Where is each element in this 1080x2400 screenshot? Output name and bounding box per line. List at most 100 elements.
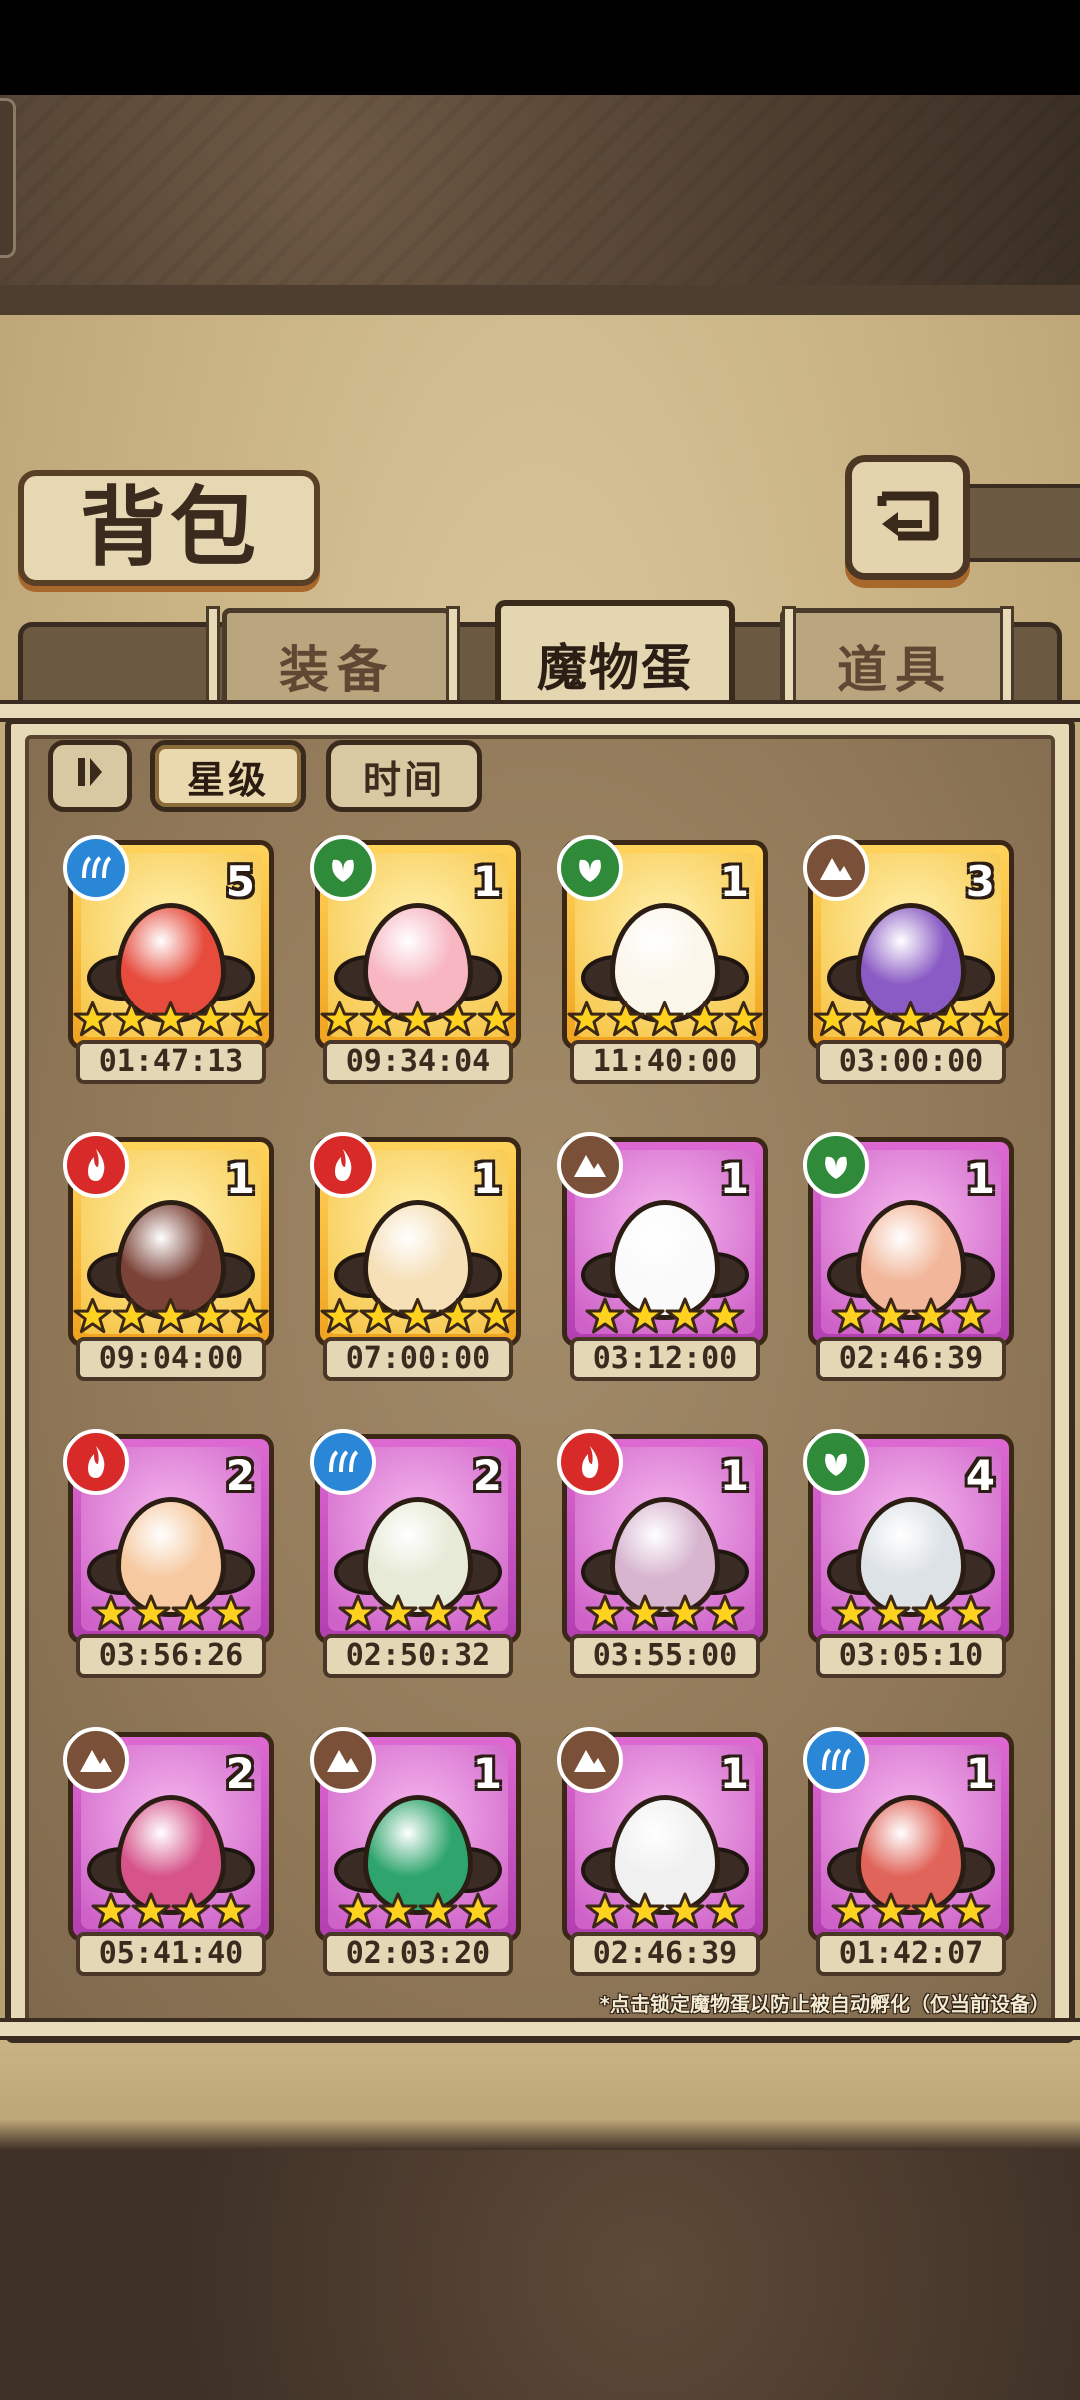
hatch-timer: 01:47:13: [76, 1040, 266, 1084]
star-icon: [625, 1892, 665, 1929]
page-title: 背包: [80, 477, 260, 578]
earth-element-icon: [557, 1132, 623, 1198]
star-rating: [320, 1296, 516, 1336]
sort-star-label: 星级: [186, 757, 269, 802]
sort-toggle-button[interactable]: [48, 740, 132, 812]
egg-count: 1: [472, 857, 502, 906]
water-element-icon: [310, 1429, 376, 1495]
star-icon: [871, 1297, 911, 1334]
star-rating: [813, 1891, 1009, 1931]
star-icon: [398, 1297, 438, 1334]
nature-element-icon: [557, 835, 623, 901]
star-icon: [191, 1297, 230, 1334]
egg-card[interactable]: 1: [310, 1132, 521, 1347]
hatch-timer: 02:46:39: [816, 1337, 1006, 1381]
egg-count: 2: [225, 1749, 255, 1798]
star-icon: [359, 1000, 398, 1037]
star-icon: [151, 1297, 191, 1334]
sort-toggle-icon: [70, 752, 110, 801]
panel-rail-bottom: [0, 2018, 1080, 2040]
egg-card[interactable]: 1: [557, 835, 768, 1050]
star-rating: [567, 1891, 763, 1931]
sort-by-time-button[interactable]: 时间: [326, 740, 482, 812]
star-icon: [91, 1594, 131, 1631]
star-icon: [871, 1594, 911, 1631]
egg-card[interactable]: 1: [557, 1132, 768, 1347]
star-icon: [951, 1594, 991, 1631]
star-icon: [211, 1594, 251, 1631]
egg-card[interactable]: 5: [63, 835, 274, 1050]
egg-card[interactable]: 1: [310, 1727, 521, 1942]
star-icon: [151, 1000, 191, 1037]
egg-count: 1: [965, 1749, 995, 1798]
star-icon: [871, 1892, 911, 1929]
egg-card[interactable]: 1: [63, 1132, 274, 1347]
map-background-bottom: [0, 2120, 1080, 2400]
egg-card[interactable]: 2: [63, 1429, 274, 1644]
egg-count: 1: [719, 1154, 749, 1203]
sort-by-star-button[interactable]: 星级: [150, 740, 306, 812]
egg-card[interactable]: 2: [310, 1429, 521, 1644]
star-icon: [665, 1297, 705, 1334]
star-icon: [645, 1000, 685, 1037]
egg-card[interactable]: 4: [803, 1429, 1014, 1644]
star-rating: [567, 1593, 763, 1633]
hatch-timer: 03:56:26: [76, 1634, 266, 1678]
star-icon: [171, 1594, 211, 1631]
star-icon: [705, 1594, 745, 1631]
star-icon: [378, 1594, 418, 1631]
egg-count: 1: [719, 1451, 749, 1500]
star-rating: [320, 1891, 516, 1931]
star-icon: [665, 1892, 705, 1929]
sort-time-label: 时间: [362, 757, 445, 802]
star-rating: [73, 1593, 269, 1633]
earth-element-icon: [557, 1727, 623, 1793]
egg-card[interactable]: 1: [803, 1727, 1014, 1942]
egg-card[interactable]: 1: [803, 1132, 1014, 1347]
star-icon: [931, 1000, 970, 1037]
star-rating: [813, 1296, 1009, 1336]
egg-count: 3: [965, 857, 995, 906]
star-icon: [606, 1000, 645, 1037]
egg-card[interactable]: 3: [803, 835, 1014, 1050]
panel-rail-top: [0, 700, 1080, 722]
egg-card[interactable]: 1: [557, 1727, 768, 1942]
fire-element-icon: [310, 1132, 376, 1198]
star-icon: [230, 1000, 269, 1037]
star-icon: [320, 1000, 359, 1037]
star-rating: [813, 1593, 1009, 1633]
status-bar: [0, 0, 1080, 95]
fire-element-icon: [557, 1429, 623, 1495]
star-icon: [625, 1297, 665, 1334]
star-rating: [320, 999, 516, 1039]
star-icon: [73, 1000, 112, 1037]
star-icon: [813, 1000, 852, 1037]
hatch-timer: 02:46:39: [570, 1932, 760, 1976]
map-background-top: [0, 95, 1080, 285]
star-icon: [705, 1892, 745, 1929]
egg-card[interactable]: 1: [310, 835, 521, 1050]
hatch-timer: 05:41:40: [76, 1932, 266, 1976]
side-drawer-handle[interactable]: [0, 98, 16, 258]
lock-hint-text: *点击锁定魔物蛋以防止被自动孵化（仅当前设备）: [599, 1992, 1050, 2016]
star-rating: [73, 1891, 269, 1931]
egg-card[interactable]: 2: [63, 1727, 274, 1942]
star-icon: [831, 1892, 871, 1929]
back-button[interactable]: [845, 455, 970, 580]
nature-element-icon: [803, 1132, 869, 1198]
hatch-timer: 03:00:00: [816, 1040, 1006, 1084]
hatch-timer: 07:00:00: [323, 1337, 513, 1381]
earth-element-icon: [310, 1727, 376, 1793]
star-icon: [585, 1892, 625, 1929]
fire-element-icon: [63, 1429, 129, 1495]
egg-count: 1: [719, 857, 749, 906]
star-icon: [911, 1297, 951, 1334]
star-icon: [112, 1297, 151, 1334]
egg-count: 2: [472, 1451, 502, 1500]
egg-card[interactable]: 1: [557, 1429, 768, 1644]
star-icon: [951, 1892, 991, 1929]
star-icon: [831, 1594, 871, 1631]
hatch-timer: 09:34:04: [323, 1040, 513, 1084]
star-icon: [724, 1000, 763, 1037]
egg-count: 1: [472, 1154, 502, 1203]
